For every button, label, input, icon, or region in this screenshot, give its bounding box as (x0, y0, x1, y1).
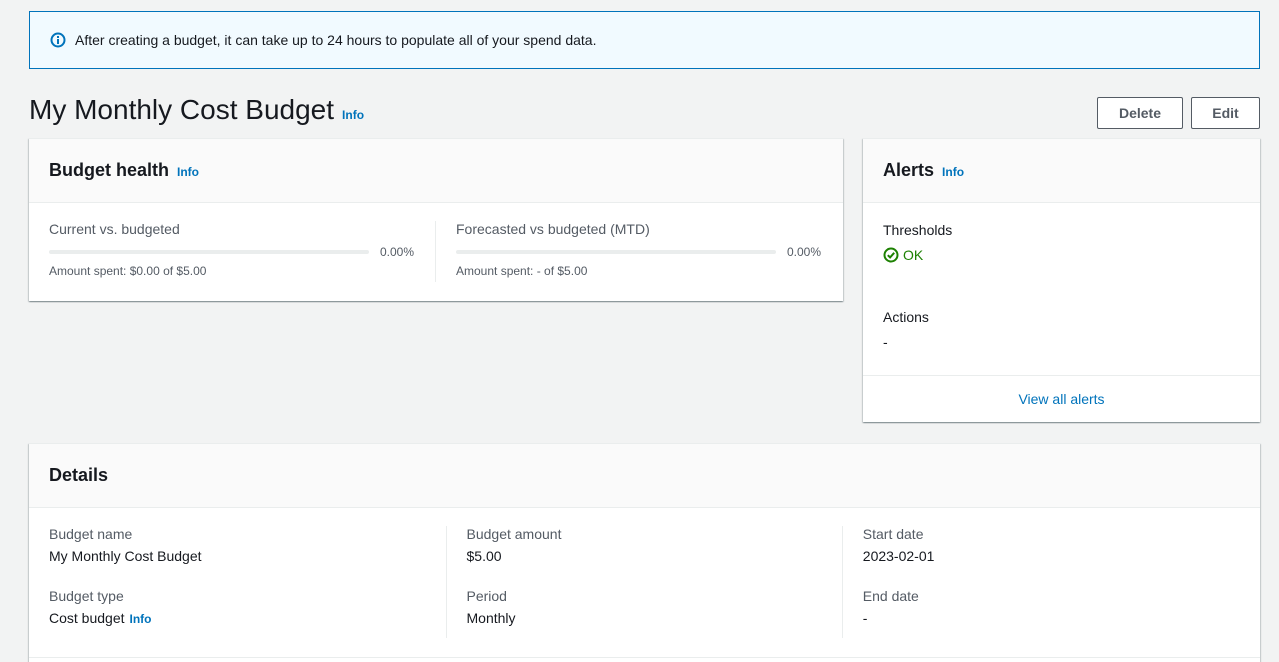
info-icon (50, 32, 66, 48)
forecast-progress-row: 0.00% (456, 245, 823, 259)
alerts-info-link[interactable]: Info (942, 165, 964, 179)
thresholds-label: Thresholds (883, 222, 953, 238)
page-title-wrap: My Monthly Cost Budget Info (29, 94, 364, 126)
view-all-alerts-link[interactable]: View all alerts (1018, 391, 1104, 407)
edit-button[interactable]: Edit (1191, 97, 1260, 129)
details-divider (29, 657, 1260, 658)
end-date-value: - (862, 610, 868, 626)
details-body: Budget name My Monthly Cost Budget Budge… (29, 508, 1260, 638)
delete-button[interactable]: Delete (1097, 97, 1183, 129)
current-amount-spent: Amount spent: $0.00 of $5.00 (49, 264, 207, 278)
current-vs-budgeted-label: Current vs. budgeted (49, 221, 180, 237)
budget-type-row: Cost budget Info (49, 610, 446, 626)
page-title: My Monthly Cost Budget (29, 94, 335, 125)
start-date-label: Start date (862, 526, 924, 542)
alerts-footer: View all alerts (863, 375, 1260, 422)
current-progress-row: 0.00% (49, 245, 415, 259)
forecasted-vs-budgeted-label: Forecasted vs budgeted (MTD) (456, 221, 650, 237)
budget-health-info-link[interactable]: Info (177, 165, 199, 179)
budget-amount-label: Budget amount (466, 526, 562, 542)
thresholds-status: OK (883, 247, 1240, 263)
details-column-2: Budget amount $5.00 Period Monthly (445, 526, 843, 638)
budget-type-value: Cost budget (49, 610, 125, 626)
info-flash-banner: After creating a budget, it can take up … (29, 11, 1260, 69)
current-percent: 0.00% (380, 245, 415, 259)
end-date-label: End date (862, 588, 919, 604)
alerts-header: Alerts Info (863, 139, 1260, 203)
budget-type-label: Budget type (49, 588, 124, 604)
thresholds-status-text: OK (903, 247, 924, 263)
details-title: Details (49, 465, 109, 485)
budget-health-card: Budget health Info Current vs. budgeted … (29, 138, 843, 301)
details-header: Details (29, 444, 1260, 508)
details-column-1: Budget name My Monthly Cost Budget Budge… (49, 526, 446, 638)
period-value: Monthly (466, 610, 516, 626)
budget-health-title-wrap: Budget health Info (49, 160, 199, 181)
period-label: Period (466, 588, 507, 604)
actions-label: Actions (883, 309, 929, 325)
actions-value: - (883, 334, 888, 350)
budget-name-value: My Monthly Cost Budget (49, 548, 202, 564)
budget-type-info-link[interactable]: Info (130, 612, 152, 626)
forecasted-vs-budgeted: Forecasted vs budgeted (MTD) 0.00% Amoun… (436, 221, 823, 282)
alerts-title: Alerts (883, 160, 935, 180)
forecast-amount-spent: Amount spent: - of $5.00 (456, 264, 588, 278)
page-header: My Monthly Cost Budget Info Delete Edit (29, 92, 1260, 132)
current-vs-budgeted: Current vs. budgeted 0.00% Amount spent:… (49, 221, 436, 282)
budget-health-body: Current vs. budgeted 0.00% Amount spent:… (29, 203, 843, 282)
forecast-percent: 0.00% (787, 245, 822, 259)
budget-name-label: Budget name (49, 526, 133, 542)
page-info-link[interactable]: Info (342, 108, 364, 122)
alerts-body: Thresholds OK Actions - (863, 203, 1260, 350)
details-column-3: Start date 2023-02-01 End date - (843, 526, 1240, 638)
check-circle-icon (883, 247, 899, 263)
budget-amount-value: $5.00 (466, 548, 502, 564)
alerts-title-wrap: Alerts Info (883, 160, 964, 181)
flash-message: After creating a budget, it can take up … (75, 32, 597, 48)
forecast-progress-bar (456, 250, 776, 254)
alerts-card: Alerts Info Thresholds OK Actions - View… (863, 138, 1260, 422)
details-card: Details Budget name My Monthly Cost Budg… (29, 443, 1260, 662)
budget-health-header: Budget health Info (29, 139, 843, 203)
start-date-value: 2023-02-01 (862, 548, 935, 564)
current-progress-bar (49, 250, 369, 254)
budget-health-title: Budget health (49, 160, 169, 180)
